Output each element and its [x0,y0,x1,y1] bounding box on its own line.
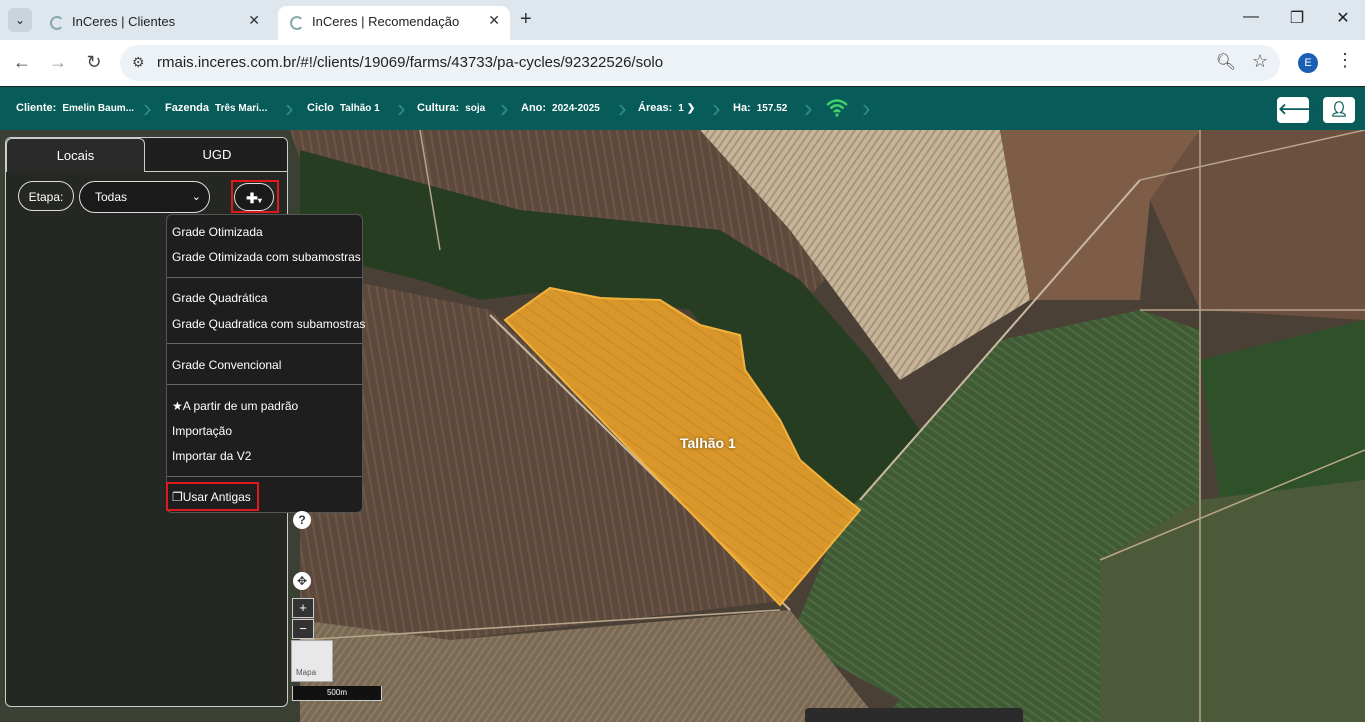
chevron-right-icon: › [285,93,294,123]
bottom-toolbar [805,708,1023,722]
menu-item-importar-v2[interactable]: Importar da V2 [172,447,251,465]
menu-item-grade-quadratica-subamostras[interactable]: Grade Quadratica com subamostras [172,315,365,333]
reload-icon[interactable]: ↻ [82,52,106,73]
browser-tab-bar: ⌄ InCeres | Clientes ✕ InCeres | Recomen… [0,0,1365,40]
chevron-right-icon: › [618,93,627,123]
close-tab-icon[interactable]: ✕ [248,12,260,29]
menu-item-a-partir-de-padrao[interactable]: ★A partir de um padrão [172,397,298,415]
menu-item-importacao[interactable]: Importação [172,422,232,440]
field-label: Talhão 1 [680,435,736,451]
crumb-ha: Ha: 157.52 [733,87,787,130]
zoom-in-button[interactable]: + [292,598,314,618]
restore-icon[interactable]: ❐ [1282,8,1312,28]
basemap-label: Mapa [296,668,317,677]
crumb-areas[interactable]: Áreas: 1 ❯ [638,87,695,130]
tab-title: InCeres | Recomendação [312,14,460,29]
site-info-icon[interactable]: ⚙ [132,54,145,71]
zoom-icon[interactable]: 🔍︎ [1216,52,1236,72]
user-profile-button[interactable]: 👤︎ [1323,97,1355,123]
menu-divider [167,476,362,477]
browser-tab-recomendacao[interactable]: InCeres | Recomendação ✕ [278,6,510,40]
crumb-value: soja [465,103,486,114]
crumb-fazenda[interactable]: Fazenda Três Mari... [165,87,267,130]
tab-ugd[interactable]: UGD [145,138,287,172]
app-header-breadcrumb: Cliente: Emelin Baum... › Fazenda Três Mar… [0,87,1365,130]
url-text: rmais.inceres.com.br/#!/clients/19069/fa… [157,54,664,71]
crumb-label: Cliente: [16,102,57,114]
menu-item-grade-otimizada[interactable]: Grade Otimizada [172,223,263,241]
forward-arrow-icon[interactable]: → [46,52,70,73]
browser-tab-clientes[interactable]: InCeres | Clientes ✕ [38,6,270,40]
menu-item-grade-quadratica[interactable]: Grade Quadrática [172,289,267,307]
crumb-value: 1 [678,103,684,114]
minimize-icon[interactable]: — [1236,8,1266,26]
crumb-value: Talhão 1 [339,103,380,114]
chevron-right-icon: › [712,93,721,123]
grid-type-dropdown: Grade Otimizada Grade Otimizada com suba… [166,214,365,513]
menu-divider [167,384,362,385]
loading-spinner-icon [50,16,64,30]
back-arrow-icon[interactable]: ← [10,52,34,73]
chevron-right-icon: › [500,93,509,123]
browser-toolbar: ← → ↻ ⚙ rmais.inceres.com.br/#!/clients/… [0,40,1365,86]
highlight-box-add-button [231,180,279,213]
basemap-toggle[interactable]: Mapa [291,640,333,682]
crumb-value: 2024-2025 [552,103,600,114]
address-bar[interactable]: ⚙ rmais.inceres.com.br/#!/clients/19069/… [120,45,1280,81]
chevron-down-icon: ❯ [686,103,696,114]
menu-item-label: A partir de um padrão [182,399,299,413]
crumb-label: Fazenda [165,102,210,114]
scale-bar: 500m [292,686,382,701]
close-tab-icon[interactable]: ✕ [488,12,500,29]
chevron-right-icon: › [804,93,813,123]
browser-menu-icon[interactable]: ⋮ [1336,50,1354,71]
crumb-cultura[interactable]: Cultura: soja [417,87,485,130]
menu-divider [167,343,362,344]
scale-label: 500m [326,688,347,697]
crumb-label: Ciclo [307,102,334,114]
chevron-right-icon: › [143,93,152,123]
crumb-ciclo[interactable]: Ciclo Talhão 1 [307,87,380,130]
window-close-icon[interactable]: ✕ [1328,8,1358,28]
chevron-right-icon: › [397,93,406,123]
menu-item-grade-convencional[interactable]: Grade Convencional [172,356,281,374]
crumb-label: Cultura: [417,102,460,114]
crumb-label: Ha: [733,102,751,114]
bookmark-star-icon[interactable]: ☆ [1252,51,1268,72]
chevron-down-icon: ⌄ [191,191,201,203]
crumb-value: 157.52 [756,103,788,114]
crumb-value: Emelin Baum... [62,103,135,114]
wifi-icon [826,99,848,117]
highlight-box-usar-antigas [166,482,259,511]
zoom-out-button[interactable]: − [292,619,314,639]
etapa-select[interactable]: Todas ⌄ [79,181,210,213]
menu-divider [167,277,362,278]
profile-avatar[interactable]: E [1298,53,1318,73]
crumb-label: Ano: [521,102,547,114]
loading-spinner-icon [290,16,304,30]
crumb-value: Três Mari... [215,103,268,114]
etapa-label: Etapa: [18,181,74,211]
crumb-ano[interactable]: Ano: 2024-2025 [521,87,600,130]
tab-search-chevron-icon[interactable]: ⌄ [8,8,32,32]
pan-move-icon[interactable]: ✥ [293,572,311,590]
menu-item-grade-otimizada-subamostras[interactable]: Grade Otimizada com subamostras [172,248,361,266]
back-arrow-button[interactable]: 🡐 [1277,97,1318,123]
crumb-label: Áreas: [638,102,673,114]
star-icon: ★ [172,399,183,413]
chevron-right-icon: › [862,93,871,123]
tab-title: InCeres | Clientes [72,14,176,29]
crumb-cliente[interactable]: Cliente: Emelin Baum... [16,87,134,130]
new-tab-plus-icon[interactable]: + [520,8,532,31]
tab-locais[interactable]: Locais [6,138,145,172]
help-question-icon[interactable]: ? [293,511,311,529]
etapa-select-value: Todas [95,190,128,204]
